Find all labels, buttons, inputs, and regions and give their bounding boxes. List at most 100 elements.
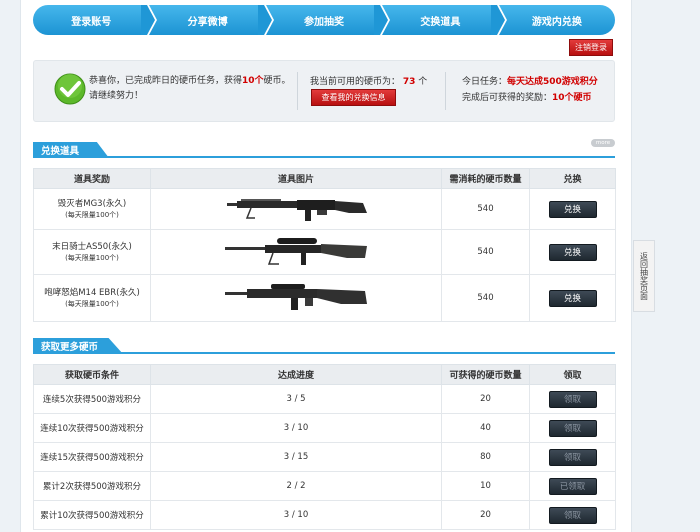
table-row: 连续10次获得500游戏积分 3 / 10 40 领取 [33, 413, 616, 443]
step-share[interactable]: 分享微博 [149, 5, 274, 35]
item-cell: 咆哮怒焰M14 EBR(永久) (每天限量100个) [33, 274, 151, 322]
earn-table: 获取硬币条件 达成进度 可获得的硬币数量 领取 连续5次获得500游戏积分 3 … [33, 364, 616, 530]
reward-value: 10个硬币 [552, 93, 592, 103]
step-arrow-icon [490, 5, 507, 35]
item-name: 毁灭者MG3(永久) [57, 199, 127, 209]
item-limit: (每天限量100个) [65, 211, 119, 219]
table-row: 连续15次获得500游戏积分 3 / 15 80 领取 [33, 442, 616, 472]
weapon-image-cell [150, 188, 442, 230]
exchange-cell: 兑换 [529, 188, 616, 230]
condition-cell: 连续5次获得500游戏积分 [33, 384, 151, 414]
step-arrow-icon [141, 5, 158, 35]
header-coins: 可获得的硬币数量 [441, 364, 530, 385]
weapon-image-cell [150, 274, 442, 322]
more-button[interactable]: more [591, 139, 615, 147]
machine-gun-icon [227, 198, 367, 221]
coins-label: 我当前可用的硬币为： [310, 77, 401, 87]
logout-button[interactable]: 注销登录 [569, 39, 613, 56]
claim-cell: 领取 [529, 442, 616, 472]
step-arrow-icon [257, 5, 274, 35]
claim-cell: 领取 [529, 500, 616, 530]
step-lottery-label: 参加抽奖 [304, 16, 345, 28]
today-label: 今日任务： [462, 77, 508, 87]
progress-cell: 3 / 5 [150, 384, 442, 414]
item-limit: (每天限量100个) [65, 300, 119, 308]
table-header-row: 获取硬币条件 达成进度 可获得的硬币数量 领取 [33, 364, 616, 385]
condition-cell: 累计2次获得500游戏积分 [33, 471, 151, 501]
claim-button[interactable]: 领取 [548, 419, 597, 437]
table-row: 咆哮怒焰M14 EBR(永久) (每天限量100个) 540 兑换 [33, 274, 616, 322]
header-exchange: 兑换 [529, 168, 616, 189]
claimed-button[interactable]: 已领取 [548, 477, 597, 495]
msg-line2: 请继续努力！ [89, 91, 144, 101]
coins-unit: 个 [418, 77, 428, 87]
battle-rifle-icon [225, 283, 367, 310]
exchange-table: 道具奖励 道具图片 需消耗的硬币数量 兑换 毁灭者MG3(永久) (每天限量10… [33, 168, 616, 322]
coins-cell: 80 [441, 442, 530, 472]
today-task: 每天达成500游戏积分 [507, 77, 598, 87]
step-share-label: 分享微博 [187, 16, 228, 28]
header-progress: 达成进度 [150, 364, 442, 385]
cost-cell: 540 [441, 274, 530, 322]
claim-button[interactable]: 领取 [548, 448, 597, 466]
daily-task: 今日任务：每天达成500游戏积分 完成后可获得的奖励：10个硬币 [462, 74, 598, 106]
view-exchange-info-button[interactable]: 查看我的兑换信息 [311, 89, 396, 106]
item-limit: (每天限量100个) [65, 254, 119, 262]
exchange-button[interactable]: 兑换 [548, 200, 597, 218]
header-item: 道具奖励 [33, 168, 151, 189]
divider [297, 72, 298, 110]
exchange-button[interactable]: 兑换 [548, 289, 597, 307]
condition-cell: 连续15次获得500游戏积分 [33, 442, 151, 472]
header-image: 道具图片 [150, 168, 442, 189]
progress-cell: 3 / 10 [150, 500, 442, 530]
item-cell: 末日骑士AS50(永久) (每天限量100个) [33, 229, 151, 275]
step-ingame-label: 游戏内兑换 [531, 16, 582, 28]
coins-value: 73 [402, 77, 416, 87]
step-login-label: 登录账号 [71, 16, 112, 28]
table-row: 毁灭者MG3(永久) (每天限量100个) 540 兑换 [33, 188, 616, 230]
condition-cell: 累计10次获得500游戏积分 [33, 500, 151, 530]
step-exchange-label: 交换道具 [420, 16, 461, 28]
task-complete-message: 恭喜你，已完成昨日的硬币任务，获得10个硬币。 请继续努力！ [89, 74, 324, 104]
coins-cell: 40 [441, 413, 530, 443]
exchange-section-header: 兑换道具 more [33, 139, 615, 158]
claim-cell: 已领取 [529, 471, 616, 501]
coins-cell: 20 [441, 384, 530, 414]
step-login[interactable]: 登录账号 [33, 5, 158, 35]
back-to-lottery-tab[interactable]: 返回抽奖页面 [633, 240, 655, 312]
exchange-cell: 兑换 [529, 274, 616, 322]
claim-cell: 领取 [529, 384, 616, 414]
table-row: 累计10次获得500游戏积分 3 / 10 20 领取 [33, 500, 616, 530]
step-nav: 登录账号 分享微博 参加抽奖 交换道具 游戏内兑换 [33, 5, 616, 35]
item-cell: 毁灭者MG3(永久) (每天限量100个) [33, 188, 151, 230]
coins-cell: 10 [441, 471, 530, 501]
claim-button[interactable]: 领取 [548, 506, 597, 524]
reward-label: 完成后可获得的奖励： [462, 93, 553, 103]
condition-cell: 连续10次获得500游戏积分 [33, 413, 151, 443]
section-line [33, 352, 615, 354]
progress-cell: 3 / 10 [150, 413, 442, 443]
step-exchange[interactable]: 交换道具 [382, 5, 507, 35]
exchange-cell: 兑换 [529, 229, 616, 275]
exchange-button[interactable]: 兑换 [548, 243, 597, 261]
step-arrow-icon [374, 5, 391, 35]
item-name: 咆哮怒焰M14 EBR(永久) [44, 288, 140, 298]
progress-cell: 3 / 15 [150, 442, 442, 472]
progress-cell: 2 / 2 [150, 471, 442, 501]
item-name: 末日骑士AS50(永久) [52, 242, 132, 252]
msg-part1: 恭喜你，已完成昨日的硬币任务，获得 [89, 76, 243, 86]
step-ingame[interactable]: 游戏内兑换 [498, 5, 616, 35]
status-panel: 恭喜你，已完成昨日的硬币任务，获得10个硬币。 请继续努力！ 我当前可用的硬币为… [33, 60, 615, 122]
coin-balance: 我当前可用的硬币为： 73 个 [310, 74, 427, 87]
divider [445, 72, 446, 110]
section-line [33, 156, 615, 158]
step-lottery[interactable]: 参加抽奖 [265, 5, 391, 35]
table-row: 累计2次获得500游戏积分 2 / 2 10 已领取 [33, 471, 616, 501]
cost-cell: 540 [441, 188, 530, 230]
cost-cell: 540 [441, 229, 530, 275]
claim-button[interactable]: 领取 [548, 390, 597, 408]
msg-coins: 10个 [242, 76, 264, 86]
header-claim: 领取 [529, 364, 616, 385]
table-header-row: 道具奖励 道具图片 需消耗的硬币数量 兑换 [33, 168, 616, 189]
earn-section-header: 获取更多硬币 [33, 338, 615, 354]
